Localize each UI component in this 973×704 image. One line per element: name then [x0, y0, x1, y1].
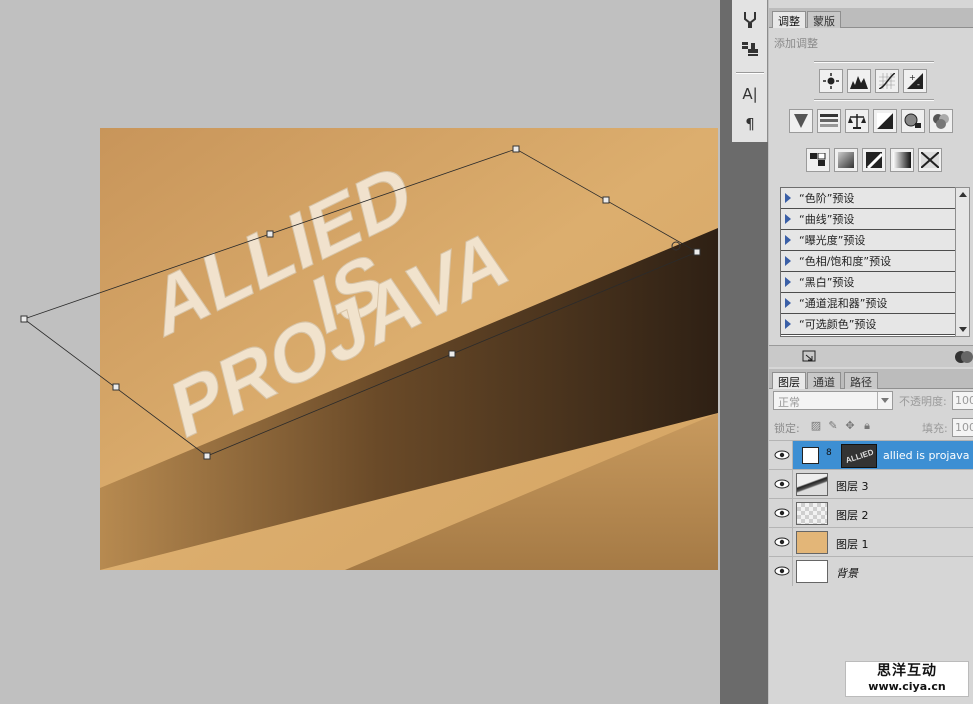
exposure-icon[interactable]: + -	[903, 69, 927, 93]
preset-item[interactable]: “曝光度”预设	[781, 230, 969, 251]
watermark-logo: 思洋互动 www.ciya.cn	[845, 661, 969, 697]
tab-masks[interactable]: 蒙版	[807, 11, 841, 28]
expand-triangle-icon[interactable]	[785, 193, 791, 203]
visibility-toggle-icon[interactable]	[955, 350, 973, 364]
eye-icon[interactable]	[772, 445, 792, 465]
right-panel-dock: 调整 蒙版 添加调整 + - “色阶”预设 “曲线”预设 “曝光度”预设 “色相/…	[769, 0, 973, 704]
gradient-map-icon[interactable]	[890, 148, 914, 172]
layer-row[interactable]: 背景	[769, 556, 973, 586]
divider	[814, 61, 934, 63]
expand-triangle-icon[interactable]	[785, 277, 791, 287]
layer-thumbnail	[796, 502, 828, 525]
expand-triangle-icon[interactable]	[785, 235, 791, 245]
layer-thumbnail	[796, 473, 828, 496]
adjustments-tabbar: 调整 蒙版	[769, 8, 973, 28]
brightness-contrast-icon[interactable]	[819, 69, 843, 93]
svg-text:ALLIED: ALLIED	[844, 448, 874, 466]
layer-row[interactable]: 图层 1	[769, 527, 973, 557]
preset-item[interactable]: “可选颜色”预设	[781, 314, 969, 335]
document-canvas[interactable]: ALLIED IS PROJAVA	[100, 128, 718, 570]
transform-handle	[20, 315, 28, 323]
layer-name: 图层 3	[836, 480, 869, 493]
eye-icon[interactable]	[772, 561, 792, 581]
layer-row[interactable]: 8 ALLIED allied is projava	[769, 440, 973, 470]
smart-object-thumbnail: ALLIED	[841, 444, 877, 468]
svg-text:+: +	[909, 73, 916, 82]
expand-triangle-icon[interactable]	[785, 319, 791, 329]
svg-text:-: -	[917, 80, 920, 89]
preset-item[interactable]: “曲线”预设	[781, 209, 969, 230]
black-white-icon[interactable]	[873, 109, 897, 133]
posterize-icon[interactable]	[834, 148, 858, 172]
fill-label: 填充:	[922, 422, 948, 435]
adjustment-presets-list[interactable]: “色阶”预设 “曲线”预设 “曝光度”预设 “色相/饱和度”预设 “黑白”预设 …	[780, 187, 970, 337]
link-chain-icon[interactable]: 8	[826, 448, 834, 462]
layer-thumbnail	[796, 531, 828, 554]
levels-icon[interactable]	[847, 69, 871, 93]
divider	[814, 99, 934, 101]
adjustments-hint: 添加调整	[774, 37, 818, 50]
expand-triangle-icon[interactable]	[785, 298, 791, 308]
selective-color-icon[interactable]	[918, 148, 942, 172]
watermark-url: www.ciya.cn	[868, 680, 946, 693]
watermark-title: 思洋互动	[877, 663, 937, 679]
fill-input[interactable]: 100	[952, 418, 973, 437]
layer-name: 图层 1	[836, 538, 869, 551]
character-icon[interactable]: A|	[738, 82, 762, 106]
expand-triangle-icon[interactable]	[785, 214, 791, 224]
layer-thumbnail	[796, 560, 828, 583]
preset-item[interactable]: “通道混和器”预设	[781, 293, 969, 314]
preset-item[interactable]: “黑白”预设	[781, 272, 969, 293]
document-workspace[interactable]: ALLIED IS PROJAVA	[0, 0, 720, 704]
channel-mixer-icon[interactable]	[929, 109, 953, 133]
eye-icon[interactable]	[772, 503, 792, 523]
paragraph-icon[interactable]: ¶	[738, 112, 762, 136]
vibrance-icon[interactable]	[789, 109, 813, 133]
layer-name: allied is projava	[883, 449, 970, 462]
layer-mask-thumbnail[interactable]	[802, 447, 819, 464]
tab-channels[interactable]: 通道	[807, 372, 841, 389]
panel-divider	[720, 0, 732, 704]
clone-source-icon[interactable]	[738, 36, 762, 60]
preset-item[interactable]: “色相/饱和度”预设	[781, 251, 969, 272]
brush-preset-icon[interactable]	[738, 8, 762, 32]
scroll-up-icon[interactable]	[959, 192, 967, 197]
lock-position-icon[interactable]: ✥	[844, 420, 856, 432]
strip-separator	[736, 72, 764, 74]
lock-image-icon[interactable]: ✎	[827, 420, 839, 432]
tab-adjustments[interactable]: 调整	[772, 11, 806, 28]
lock-label: 锁定:	[774, 422, 800, 435]
preset-item[interactable]: “色阶”预设	[781, 188, 969, 209]
threshold-icon[interactable]	[862, 148, 886, 172]
adjustments-footer	[769, 345, 973, 367]
opacity-input[interactable]: 100	[952, 391, 973, 410]
layer-name: 背景	[836, 567, 858, 580]
layers-tabbar: 图层 通道 路径	[769, 369, 973, 389]
panel-dock-strip: A| ¶	[732, 0, 768, 704]
expand-triangle-icon[interactable]	[785, 256, 791, 266]
eye-icon[interactable]	[772, 532, 792, 552]
scroll-down-icon[interactable]	[959, 327, 967, 332]
return-to-list-icon[interactable]	[802, 350, 818, 364]
layer-row[interactable]: 图层 3	[769, 469, 973, 499]
strip-empty-area	[732, 142, 768, 704]
layer-row[interactable]: 图层 2	[769, 498, 973, 528]
tab-paths[interactable]: 路径	[844, 372, 878, 389]
eye-icon[interactable]	[772, 474, 792, 494]
hue-saturation-icon[interactable]	[817, 109, 841, 133]
invert-icon[interactable]	[806, 148, 830, 172]
opacity-label: 不透明度:	[899, 395, 947, 408]
tab-layers[interactable]: 图层	[772, 372, 806, 389]
lock-all-icon[interactable]: 🔒︎	[861, 420, 873, 432]
color-balance-icon[interactable]	[845, 109, 869, 133]
presets-scrollbar[interactable]	[955, 187, 970, 337]
photo-filter-icon[interactable]	[901, 109, 925, 133]
lock-transparent-icon[interactable]: ▨	[810, 420, 822, 432]
chevron-down-icon[interactable]	[877, 392, 892, 409]
layer-name: 图层 2	[836, 509, 869, 522]
blend-mode-select[interactable]: 正常	[773, 391, 893, 410]
curves-icon[interactable]	[875, 69, 899, 93]
canvas-artwork: ALLIED IS PROJAVA	[100, 128, 718, 570]
